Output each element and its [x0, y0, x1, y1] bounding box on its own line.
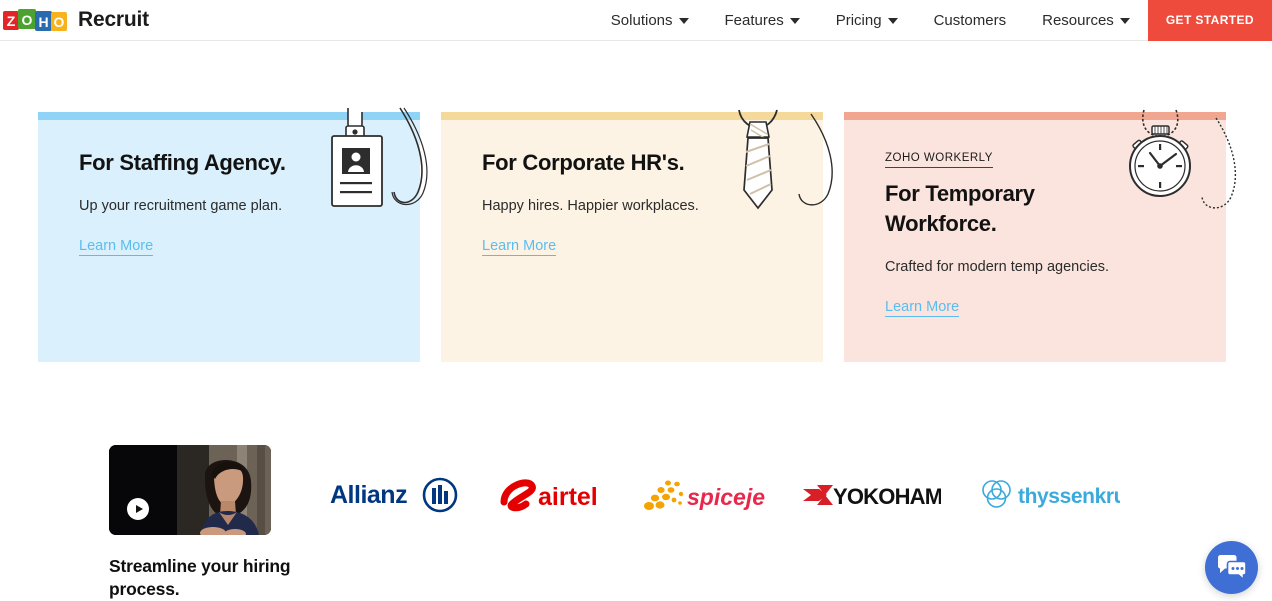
svg-text:Z: Z	[7, 13, 16, 29]
svg-text:thyssenkrupp: thyssenkrupp	[1018, 485, 1120, 508]
card-subtitle: Crafted for modern temp agencies.	[885, 259, 1110, 275]
logo-yokohama: YOKOHAMA	[802, 481, 941, 509]
card-staffing-agency[interactable]: For Staffing Agency. Up your recruitment…	[38, 107, 428, 362]
card-subtitle: Happy hires. Happier workplaces.	[482, 198, 699, 214]
nav-item-label: Customers	[933, 11, 1007, 29]
video-caption: Streamline your hiring process.	[109, 556, 291, 599]
card-top-strip	[844, 112, 1226, 120]
card-title: For Staffing Agency.	[79, 150, 286, 175]
chevron-down-icon	[887, 18, 898, 24]
card-top-strip	[441, 112, 823, 120]
chevron-down-icon	[789, 18, 800, 24]
nav-item-label: Features	[724, 11, 784, 29]
customers-section: Streamline your hiring process. Allianz …	[0, 430, 1272, 601]
svg-text:H: H	[38, 14, 48, 30]
card-corporate-hr[interactable]: For Corporate HR's. Happy hires. Happier…	[441, 109, 833, 362]
site-header: Z O H O Recruit Solutions Features Prici…	[0, 0, 1272, 41]
nav-item-label: Resources	[1042, 11, 1114, 29]
svg-text:spicejet: spicejet	[687, 484, 765, 510]
logo-airtel: airtel	[498, 476, 606, 514]
chat-bubbles-icon	[1217, 554, 1247, 581]
logo-thyssenkrupp: thyssenkrupp	[978, 476, 1120, 514]
audience-cards: For Staffing Agency. Up your recruitment…	[38, 107, 1237, 362]
nav-item-label: Solutions	[610, 11, 673, 29]
card-top-strip	[38, 112, 420, 120]
card-subtitle: Up your recruitment game plan.	[79, 198, 283, 214]
video-thumbnail[interactable]	[109, 445, 271, 535]
svg-text:O: O	[54, 14, 65, 30]
chat-widget-button[interactable]	[1205, 541, 1258, 594]
card-eyebrow: ZOHO WORKERLY	[885, 152, 993, 168]
nav-item-pricing[interactable]: Pricing	[818, 0, 916, 41]
zoho-logo-icon: Z O H O	[2, 7, 68, 33]
nav-item-customers[interactable]: Customers	[916, 0, 1025, 41]
nav-item-features[interactable]: Features	[707, 0, 818, 41]
card-temporary-workforce[interactable]: ZOHO WORKERLY For Temporary Workforce. C…	[844, 109, 1237, 362]
get-started-button[interactable]: GET STARTED	[1147, 0, 1272, 41]
nav-item-solutions[interactable]: Solutions	[593, 0, 707, 41]
svg-text:O: O	[22, 12, 33, 28]
nav-item-resources[interactable]: Resources	[1024, 0, 1148, 41]
chevron-down-icon	[678, 18, 689, 24]
brand[interactable]: Z O H O Recruit	[2, 7, 149, 33]
svg-text:airtel: airtel	[538, 483, 598, 511]
learn-more-link[interactable]: Learn More	[79, 238, 154, 256]
learn-more-link[interactable]: Learn More	[482, 238, 557, 256]
logo-spicejet: spicejet	[643, 476, 765, 514]
brand-name: Recruit	[78, 8, 149, 31]
chevron-down-icon	[1119, 18, 1130, 24]
learn-more-link[interactable]: Learn More	[885, 299, 960, 317]
svg-text:YOKOHAMA: YOKOHAMA	[833, 484, 941, 509]
card-title: For Corporate HR's.	[482, 150, 685, 175]
nav-item-label: Pricing	[835, 11, 882, 29]
card-title: For Temporary Workforce.	[885, 181, 1035, 236]
main-nav: Solutions Features Pricing Customers Res…	[593, 0, 1272, 41]
customer-logos: Allianz airtel spicejet YOKOHAM thyssenk…	[330, 470, 1120, 520]
svg-text:Allianz: Allianz	[330, 481, 407, 509]
video-still-image	[109, 445, 271, 535]
play-icon[interactable]	[127, 498, 149, 520]
logo-allianz: Allianz	[330, 477, 460, 513]
